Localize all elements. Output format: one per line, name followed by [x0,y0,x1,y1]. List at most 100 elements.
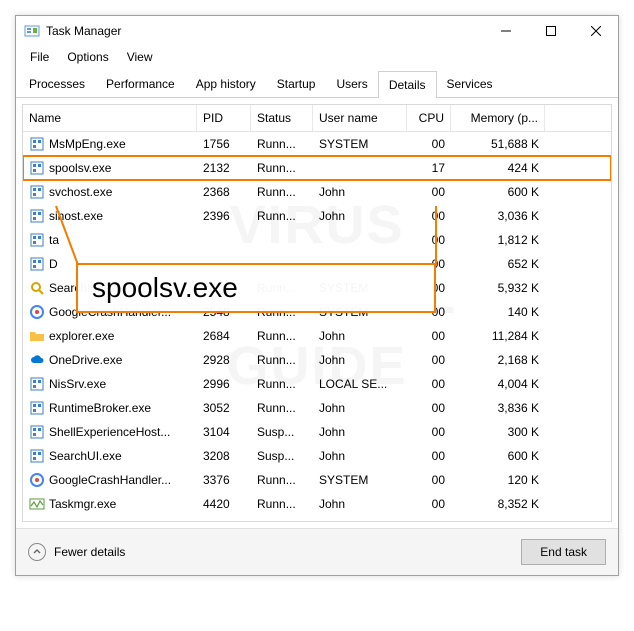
cell-pid: 2996 [197,377,251,391]
cell-cpu: 00 [407,209,451,223]
table-body[interactable]: MsMpEng.exe1756Runn...SYSTEM0051,688 Ksp… [23,132,611,521]
cell-pid: 3052 [197,401,251,415]
table-row[interactable]: ta001,812 K [23,228,611,252]
process-icon [29,448,45,464]
cell-pid: 3376 [197,473,251,487]
close-button[interactable] [573,16,618,46]
tab-performance[interactable]: Performance [95,70,186,97]
table-row[interactable]: NisSrv.exe2996Runn...LOCAL SE...004,004 … [23,372,611,396]
tab-app-history[interactable]: App history [185,70,267,97]
table-row[interactable]: MsMpEng.exe1756Runn...SYSTEM0051,688 K [23,132,611,156]
cell-name: NisSrv.exe [23,376,197,392]
table-header: Name PID Status User name CPU Memory (p.… [23,105,611,132]
process-icon [29,400,45,416]
cell-memory: 4,004 K [451,377,545,391]
cell-memory: 652 K [451,257,545,271]
footer: Fewer details End task [16,528,618,575]
table-row[interactable]: OneDrive.exe2928Runn...John002,168 K [23,348,611,372]
process-icon [29,352,45,368]
table-row[interactable]: GoogleCrashHandler...3376Runn...SYSTEM00… [23,468,611,492]
process-icon [29,256,45,272]
process-icon [29,184,45,200]
minimize-button[interactable] [483,16,528,46]
tab-processes[interactable]: Processes [18,70,96,97]
menu-file[interactable]: File [22,48,57,66]
col-header-pid[interactable]: PID [197,105,251,131]
cell-cpu: 00 [407,497,451,511]
cell-name: sihost.exe [23,208,197,224]
table-row[interactable]: explorer.exe2684Runn...John0011,284 K [23,324,611,348]
menu-options[interactable]: Options [59,48,116,66]
cell-memory: 424 K [451,161,545,175]
process-name: MsMpEng.exe [49,137,126,151]
cell-cpu: 00 [407,137,451,151]
cell-user: John [313,353,407,367]
cell-user: John [313,497,407,511]
cell-cpu: 00 [407,233,451,247]
col-header-memory[interactable]: Memory (p... [451,105,545,131]
cell-cpu: 00 [407,377,451,391]
maximize-button[interactable] [528,16,573,46]
cell-status: Susp... [251,449,313,463]
table-row[interactable]: Taskmgr.exe4420Runn...John008,352 K [23,492,611,516]
cell-user: John [313,425,407,439]
cell-memory: 8,352 K [451,497,545,511]
cell-name: MsMpEng.exe [23,136,197,152]
tab-services[interactable]: Services [436,70,504,97]
cell-name: OneDrive.exe [23,352,197,368]
tab-startup[interactable]: Startup [266,70,327,97]
tab-details[interactable]: Details [378,71,437,98]
table-row[interactable]: RuntimeBroker.exe3052Runn...John003,836 … [23,396,611,420]
cell-cpu: 00 [407,449,451,463]
cell-name: svchost.exe [23,184,197,200]
process-icon [29,496,45,512]
process-table: Name PID Status User name CPU Memory (p.… [22,104,612,522]
callout-text: spoolsv.exe [92,272,238,304]
col-header-cpu[interactable]: CPU [407,105,451,131]
process-icon [29,160,45,176]
menu-view[interactable]: View [119,48,161,66]
process-icon [29,232,45,248]
cell-name: Taskmgr.exe [23,496,197,512]
cell-status: Runn... [251,209,313,223]
process-name: RuntimeBroker.exe [49,401,151,415]
cell-status: Runn... [251,377,313,391]
col-header-user[interactable]: User name [313,105,407,131]
process-name: OneDrive.exe [49,353,122,367]
table-row[interactable]: SearchUI.exe3208Susp...John00600 K [23,444,611,468]
callout-box: spoolsv.exe [76,263,436,313]
cell-status: Runn... [251,353,313,367]
cell-pid: 3104 [197,425,251,439]
tab-users[interactable]: Users [325,70,378,97]
cell-pid: 2684 [197,329,251,343]
cell-pid: 2928 [197,353,251,367]
cell-name: GoogleCrashHandler... [23,472,197,488]
cell-memory: 3,836 K [451,401,545,415]
titlebar: Task Manager [16,16,618,46]
col-header-name[interactable]: Name [23,105,197,131]
table-row[interactable]: ShellExperienceHost...3104Susp...John003… [23,420,611,444]
table-row[interactable]: spoolsv.exe2132Runn...17424 K [23,156,611,180]
col-header-status[interactable]: Status [251,105,313,131]
cell-status: Runn... [251,137,313,151]
cell-memory: 140 K [451,305,545,319]
cell-pid: 3208 [197,449,251,463]
app-icon [24,23,40,39]
process-name: ta [49,233,59,247]
cell-name: explorer.exe [23,328,197,344]
cell-pid: 2368 [197,185,251,199]
process-icon [29,376,45,392]
fewer-details-button[interactable]: Fewer details [28,543,125,561]
table-row[interactable]: sihost.exe2396Runn...John003,036 K [23,204,611,228]
cell-memory: 600 K [451,449,545,463]
cell-name: spoolsv.exe [23,160,197,176]
cell-status: Runn... [251,161,313,175]
cell-user: John [313,401,407,415]
table-row[interactable]: svchost.exe2368Runn...John00600 K [23,180,611,204]
process-name: spoolsv.exe [49,161,111,175]
cell-status: Runn... [251,401,313,415]
cell-name: RuntimeBroker.exe [23,400,197,416]
window-title: Task Manager [46,24,121,38]
cell-pid: 1756 [197,137,251,151]
end-task-button[interactable]: End task [521,539,606,565]
